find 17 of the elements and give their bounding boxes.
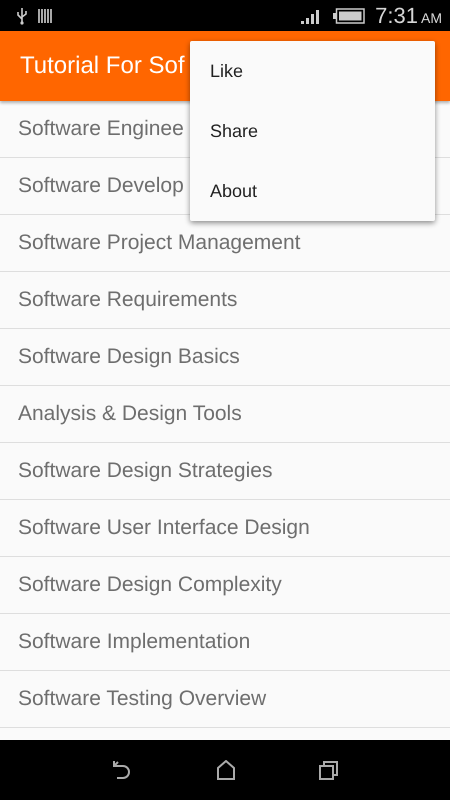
list-item[interactable]: Software Design Complexity xyxy=(0,557,450,614)
list-item[interactable]: Software Implementation xyxy=(0,614,450,671)
list-item[interactable]: Analysis & Design Tools xyxy=(0,386,450,443)
list-item[interactable]: Software User Interface Design xyxy=(0,500,450,557)
list-item[interactable]: Software Requirements xyxy=(0,272,450,329)
menu-item[interactable]: Share xyxy=(190,101,435,161)
list-item[interactable]: Software Testing Overview xyxy=(0,671,450,728)
usb-icon xyxy=(16,6,28,24)
menu-item[interactable]: Like xyxy=(190,41,435,101)
battery-icon xyxy=(333,8,366,24)
barcode-icon xyxy=(38,8,52,22)
clock: 7:31 AM xyxy=(375,2,442,28)
home-icon[interactable] xyxy=(216,760,236,780)
app-title: Tutorial For Sof xyxy=(20,52,184,80)
recent-apps-icon[interactable] xyxy=(318,760,339,780)
list-item[interactable]: Software Design Strategies xyxy=(0,443,450,500)
list-item[interactable]: Software Design Basics xyxy=(0,329,450,386)
